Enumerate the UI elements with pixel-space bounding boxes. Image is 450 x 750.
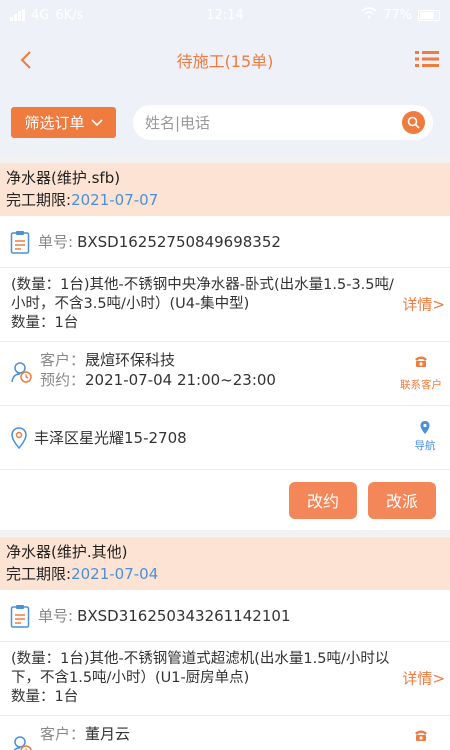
item-description: (数量：1台)其他-不锈钢中央净水器-卧式(出水量1.5-3.5吨/小时，不含3… <box>11 277 394 312</box>
filter-bar: 筛选订单 <box>0 90 450 156</box>
list-icon <box>415 51 439 67</box>
customer-name: 董月云 <box>85 725 131 743</box>
page-title: 待施工(15单) <box>176 52 274 71</box>
details-link[interactable]: 详情> <box>402 669 445 688</box>
address-text: 丰泽区星光耀15-2708 <box>34 429 187 447</box>
wifi-icon <box>361 7 377 23</box>
deadline-date: 2021-07-07 <box>71 191 159 209</box>
order-number-label: 单号: <box>38 607 74 625</box>
customer-row: 客户：晟煊环保科技 预约：2021-07-04 21:00~23:00 联系客户 <box>0 342 450 406</box>
item-quantity: 数量：1台 <box>11 315 79 331</box>
signal-icon <box>10 9 25 21</box>
phone-icon <box>415 730 427 741</box>
item-quantity: 数量：1台 <box>11 689 79 705</box>
battery-percent: 77% <box>383 7 412 23</box>
order-number-row: 单号: BXSD16252750849698352 <box>0 216 450 268</box>
search-icon[interactable] <box>402 111 425 134</box>
customer-name: 晟煊环保科技 <box>85 351 176 369</box>
customer-label: 客户： <box>40 725 86 743</box>
reschedule-button[interactable]: 改约 <box>289 481 357 519</box>
chevron-down-icon <box>90 118 103 126</box>
order-number: BXSD16252750849698352 <box>77 232 281 251</box>
phone-icon <box>415 356 427 367</box>
document-icon <box>10 230 30 254</box>
order-title: 净水器(维护.sfb) <box>6 169 121 187</box>
order-card: 净水器(维护.sfb) 完工期限:2021-07-07 单号: BXSD1625… <box>0 163 450 530</box>
carrier-label: 4G <box>31 7 50 23</box>
order-number-row: 单号: BXSD316250343261142101 <box>0 590 450 642</box>
chevron-left-icon <box>20 51 31 69</box>
deadline-date: 2021-07-04 <box>71 565 159 583</box>
order-actions: 改约 改派 <box>0 470 450 530</box>
order-number-label: 单号: <box>38 233 74 251</box>
search-box <box>133 105 433 140</box>
contact-customer-button[interactable]: 联系客户 <box>397 354 445 395</box>
nav-header: 待施工(15单) <box>0 30 450 90</box>
contact-customer-button[interactable] <box>397 728 445 749</box>
order-number: BXSD316250343261142101 <box>77 606 291 625</box>
deadline-label: 完工期限: <box>6 565 72 583</box>
search-input[interactable] <box>145 113 385 132</box>
item-row: (数量：1台)其他-不锈钢管道式超滤机(出水量1.5吨/小时以下，不含1.5吨/… <box>0 642 450 716</box>
navigate-button[interactable]: 导航 <box>408 420 442 453</box>
address-row: 丰泽区星光耀15-2708 导航 <box>0 406 450 470</box>
order-list: 净水器(维护.sfb) 完工期限:2021-07-07 单号: BXSD1625… <box>0 163 450 750</box>
filter-orders-button[interactable]: 筛选订单 <box>11 107 116 138</box>
customer-label: 客户： <box>40 351 86 369</box>
order-title: 净水器(维护.其他) <box>6 543 128 561</box>
list-menu-button[interactable] <box>414 48 440 70</box>
order-card: 净水器(维护.其他) 完工期限:2021-07-04 单号: BXSD31625… <box>0 537 450 750</box>
network-speed: 6K/s <box>55 7 84 23</box>
back-button[interactable] <box>12 46 40 74</box>
appointment-label: 预约： <box>40 371 86 389</box>
appointment-time: 2021-07-04 21:00~23:00 <box>85 371 276 389</box>
document-icon <box>10 604 30 628</box>
customer-clock-icon <box>11 362 32 383</box>
battery-icon <box>418 9 440 21</box>
details-link[interactable]: 详情> <box>402 295 445 314</box>
item-row: (数量：1台)其他-不锈钢中央净水器-卧式(出水量1.5-3.5吨/小时，不含3… <box>0 268 450 342</box>
item-description: (数量：1台)其他-不锈钢管道式超滤机(出水量1.5吨/小时以下，不含1.5吨/… <box>11 651 390 686</box>
contact-customer-label: 联系客户 <box>400 379 442 391</box>
order-card-header[interactable]: 净水器(维护.sfb) 完工期限:2021-07-07 <box>0 163 450 216</box>
customer-clock-icon <box>13 736 32 750</box>
navigation-pin-icon <box>420 421 430 434</box>
filter-orders-label: 筛选订单 <box>24 114 85 132</box>
location-pin-icon <box>11 426 27 449</box>
navigate-label: 导航 <box>414 440 436 452</box>
reassign-button[interactable]: 改派 <box>368 481 436 519</box>
deadline-label: 完工期限: <box>6 191 72 209</box>
status-bar: 4G 6K/s 12:14 77% <box>0 0 450 30</box>
order-card-header[interactable]: 净水器(维护.其他) 完工期限:2021-07-04 <box>0 537 450 590</box>
customer-row: 客户：董月云 <box>0 716 450 750</box>
